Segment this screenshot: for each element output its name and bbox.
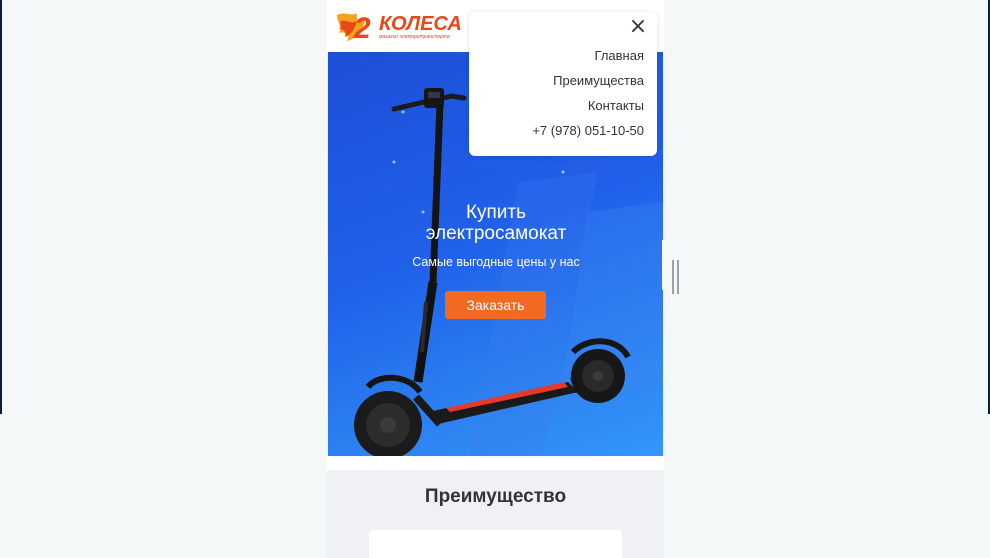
logo-wordmark: КОЛЕСА	[379, 13, 462, 35]
hero-title: Купить электросамокат	[425, 202, 567, 244]
menu-item-home[interactable]: Главная	[595, 48, 644, 63]
advantages-title: Преимущество	[424, 486, 567, 507]
logo-digit: 2	[353, 12, 371, 45]
menu-item-phone[interactable]: +7 (978) 051-10-50	[532, 123, 644, 138]
hero-subtitle: Самые выгодные цены у нас	[412, 255, 580, 269]
order-button[interactable]: Заказать	[445, 291, 546, 319]
hero-bottom-strip	[327, 456, 664, 470]
brand-logo[interactable]: 2 КОЛЕСА магазин электротранспорта	[335, 7, 465, 45]
menu-item-contacts[interactable]: Контакты	[588, 98, 644, 113]
resize-grip-line	[672, 260, 674, 294]
resize-grip-line	[677, 260, 679, 294]
nav-dropdown-menu: × Главная Преимущества Контакты +7 (978)…	[469, 12, 657, 156]
preview-resize-handle[interactable]	[662, 240, 692, 294]
advantage-card	[369, 530, 622, 558]
close-icon[interactable]: ×	[627, 16, 649, 38]
logo-tagline: магазин электротранспорта	[379, 34, 450, 40]
menu-item-advantages[interactable]: Преимущества	[553, 73, 644, 88]
